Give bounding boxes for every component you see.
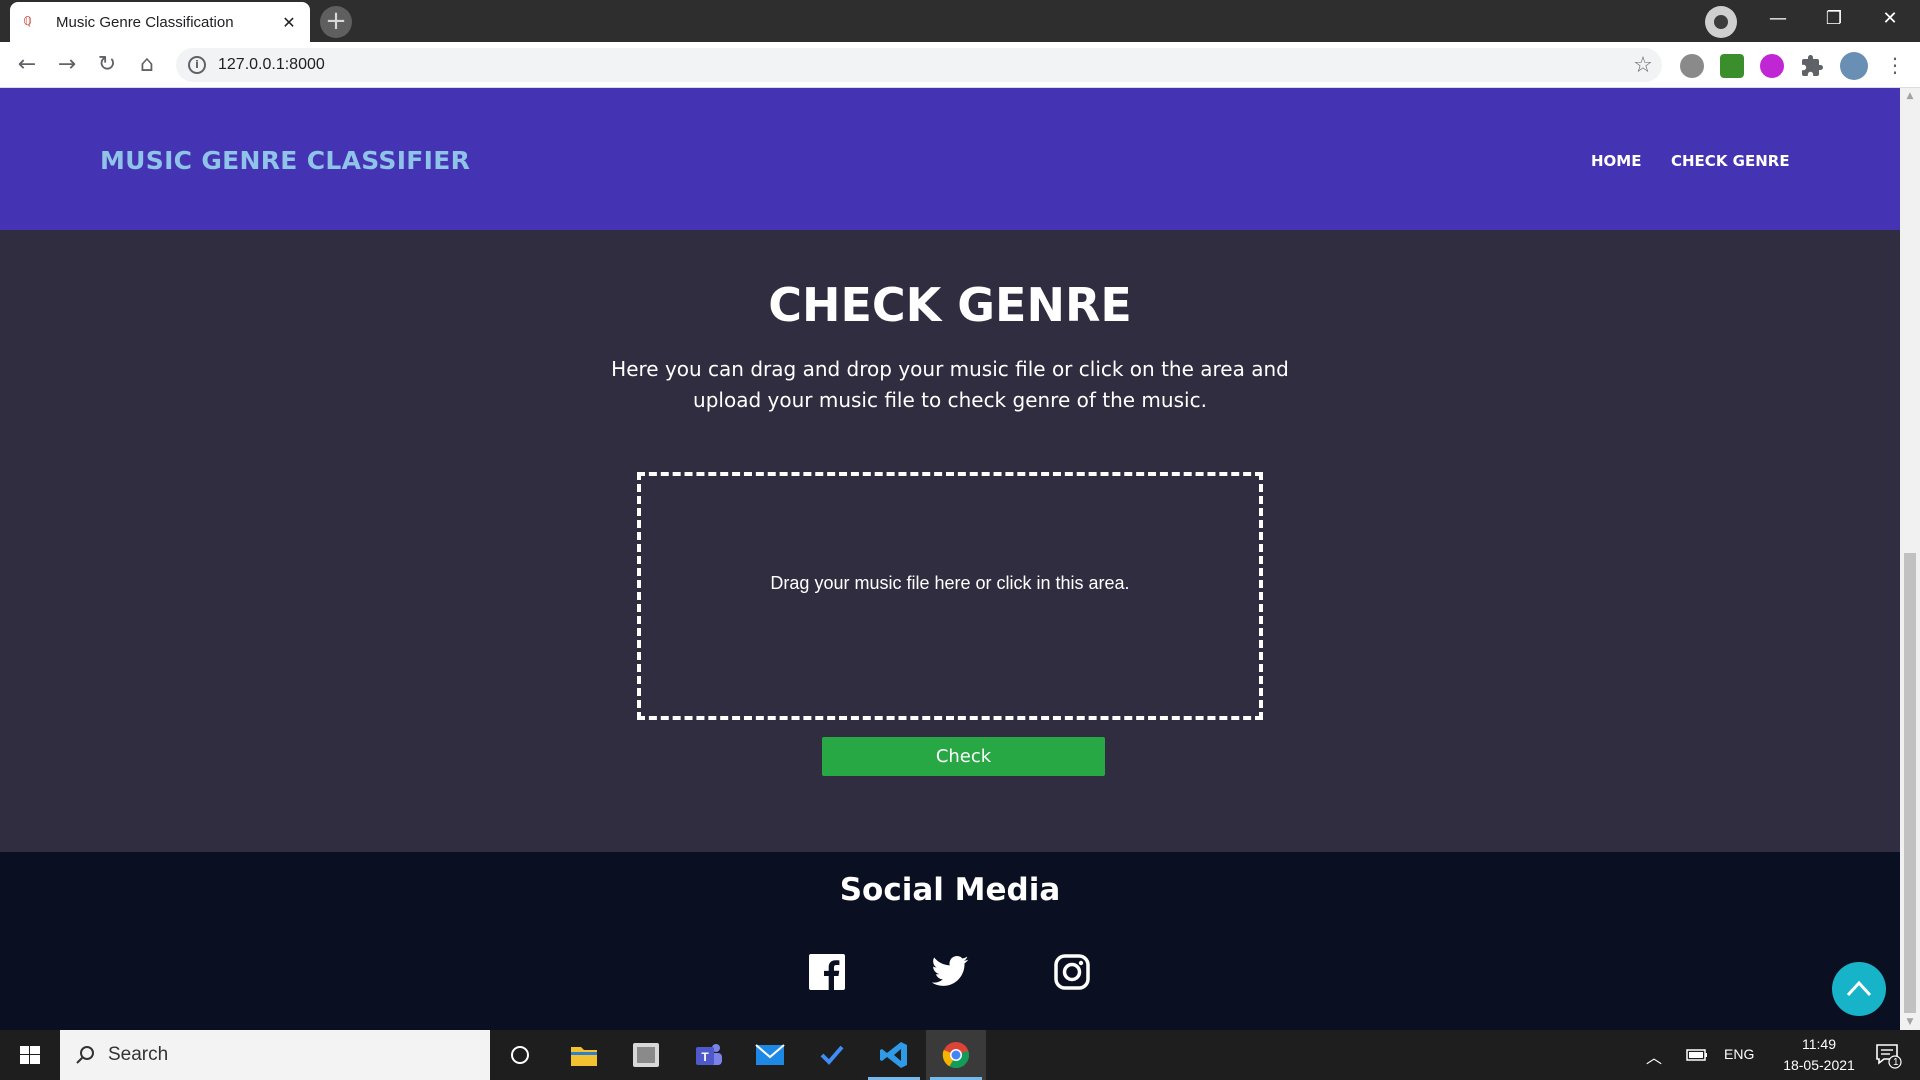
restore-button[interactable]: ❐: [1806, 0, 1862, 38]
page-description: Here you can drag and drop your music fi…: [611, 357, 1289, 412]
taskbar-search-placeholder: Search: [108, 1044, 169, 1065]
minimize-button[interactable]: —: [1750, 0, 1806, 38]
scroll-down-icon[interactable]: ▼: [1900, 1014, 1920, 1030]
close-window-button[interactable]: ✕: [1862, 0, 1918, 38]
file-dropzone[interactable]: Drag your music file here or click in th…: [637, 472, 1263, 720]
tab-search-button[interactable]: [1705, 6, 1737, 38]
screen: ℚ Music Genre Classification ✕ + — ❐ ✕ ←…: [0, 0, 1920, 1080]
site-brand[interactable]: MUSIC GENRE CLASSIFIER: [100, 146, 470, 175]
teams-icon[interactable]: T: [678, 1030, 738, 1080]
tray-date[interactable]: 18-05-2021: [1770, 1057, 1868, 1073]
photos-app-icon[interactable]: [616, 1030, 676, 1080]
tab-favicon-icon: ℚ: [24, 14, 32, 28]
footer-title: Social Media: [839, 872, 1061, 908]
instagram-icon[interactable]: [1052, 952, 1092, 992]
file-explorer-icon[interactable]: [554, 1030, 614, 1080]
page-scrollbar[interactable]: ▲ ▼: [1900, 88, 1920, 1030]
notification-count: 1: [1893, 1057, 1899, 1068]
check-button[interactable]: Check: [822, 737, 1105, 776]
browser-tab[interactable]: ℚ Music Genre Classification ✕: [10, 2, 310, 42]
dropzone-label: Drag your music file here or click in th…: [770, 572, 1130, 593]
back-button[interactable]: ←: [12, 50, 42, 80]
site-navbar: MUSIC GENRE CLASSIFIER HOME CHECK GENRE: [0, 88, 1900, 230]
nav-link-check-genre[interactable]: CHECK GENRE: [1671, 152, 1790, 170]
taskbar-search[interactable]: Search: [60, 1030, 490, 1080]
notification-center-icon[interactable]: 1: [1866, 1030, 1910, 1080]
language-indicator[interactable]: ENG: [1724, 1046, 1754, 1062]
back-to-top-button[interactable]: [1832, 962, 1886, 1016]
tab-close-icon[interactable]: ✕: [278, 13, 300, 32]
page-title: CHECK GENRE: [768, 278, 1132, 332]
address-bar[interactable]: i 127.0.0.1:8000 ☆: [176, 48, 1662, 82]
browser-tabbar: ℚ Music Genre Classification ✕ + — ❐ ✕: [0, 0, 1920, 42]
nav-link-home[interactable]: HOME: [1591, 152, 1641, 170]
forward-button[interactable]: →: [52, 50, 82, 80]
todo-icon[interactable]: [802, 1030, 862, 1080]
extension-bug-icon[interactable]: [1680, 54, 1704, 78]
vscode-icon[interactable]: [864, 1030, 924, 1080]
extension-tree-icon[interactable]: [1720, 54, 1744, 78]
facebook-icon[interactable]: [807, 952, 847, 992]
tray-time[interactable]: 11:49: [1790, 1036, 1848, 1052]
address-url[interactable]: 127.0.0.1:8000: [218, 56, 1628, 74]
start-button[interactable]: [0, 1030, 60, 1080]
search-icon: [76, 1046, 94, 1064]
new-tab-button[interactable]: +: [320, 6, 352, 38]
battery-icon[interactable]: [1680, 1030, 1714, 1080]
chrome-taskbar-icon[interactable]: [926, 1030, 986, 1080]
extension-headphones-icon[interactable]: [1760, 54, 1784, 78]
extensions-puzzle-icon[interactable]: [1800, 54, 1824, 78]
reload-button[interactable]: ↻: [92, 50, 122, 80]
home-button[interactable]: ⌂: [132, 50, 162, 80]
browser-toolbar: ← → ↻ ⌂ i 127.0.0.1:8000 ☆ ⋮: [0, 42, 1920, 88]
web-page: MUSIC GENRE CLASSIFIER HOME CHECK GENRE …: [0, 88, 1900, 1030]
twitter-icon[interactable]: [928, 952, 972, 992]
windows-taskbar: Search T ︿ ENG 11:49 18-05-2021 1: [0, 1030, 1920, 1080]
site-info-icon[interactable]: i: [188, 56, 206, 74]
svg-text:T: T: [701, 1050, 709, 1064]
mail-icon[interactable]: [740, 1030, 800, 1080]
bookmark-star-icon[interactable]: ☆: [1628, 53, 1658, 78]
profile-avatar[interactable]: [1840, 52, 1868, 80]
cortana-icon[interactable]: [490, 1030, 550, 1080]
tab-title: Music Genre Classification: [56, 13, 234, 31]
browser-menu-icon[interactable]: ⋮: [1880, 50, 1910, 80]
scroll-thumb[interactable]: [1904, 553, 1916, 1013]
site-footer: Social Media: [0, 852, 1900, 1030]
scroll-up-icon[interactable]: ▲: [1900, 88, 1920, 104]
tray-chevron-icon[interactable]: ︿: [1646, 1044, 1662, 1068]
